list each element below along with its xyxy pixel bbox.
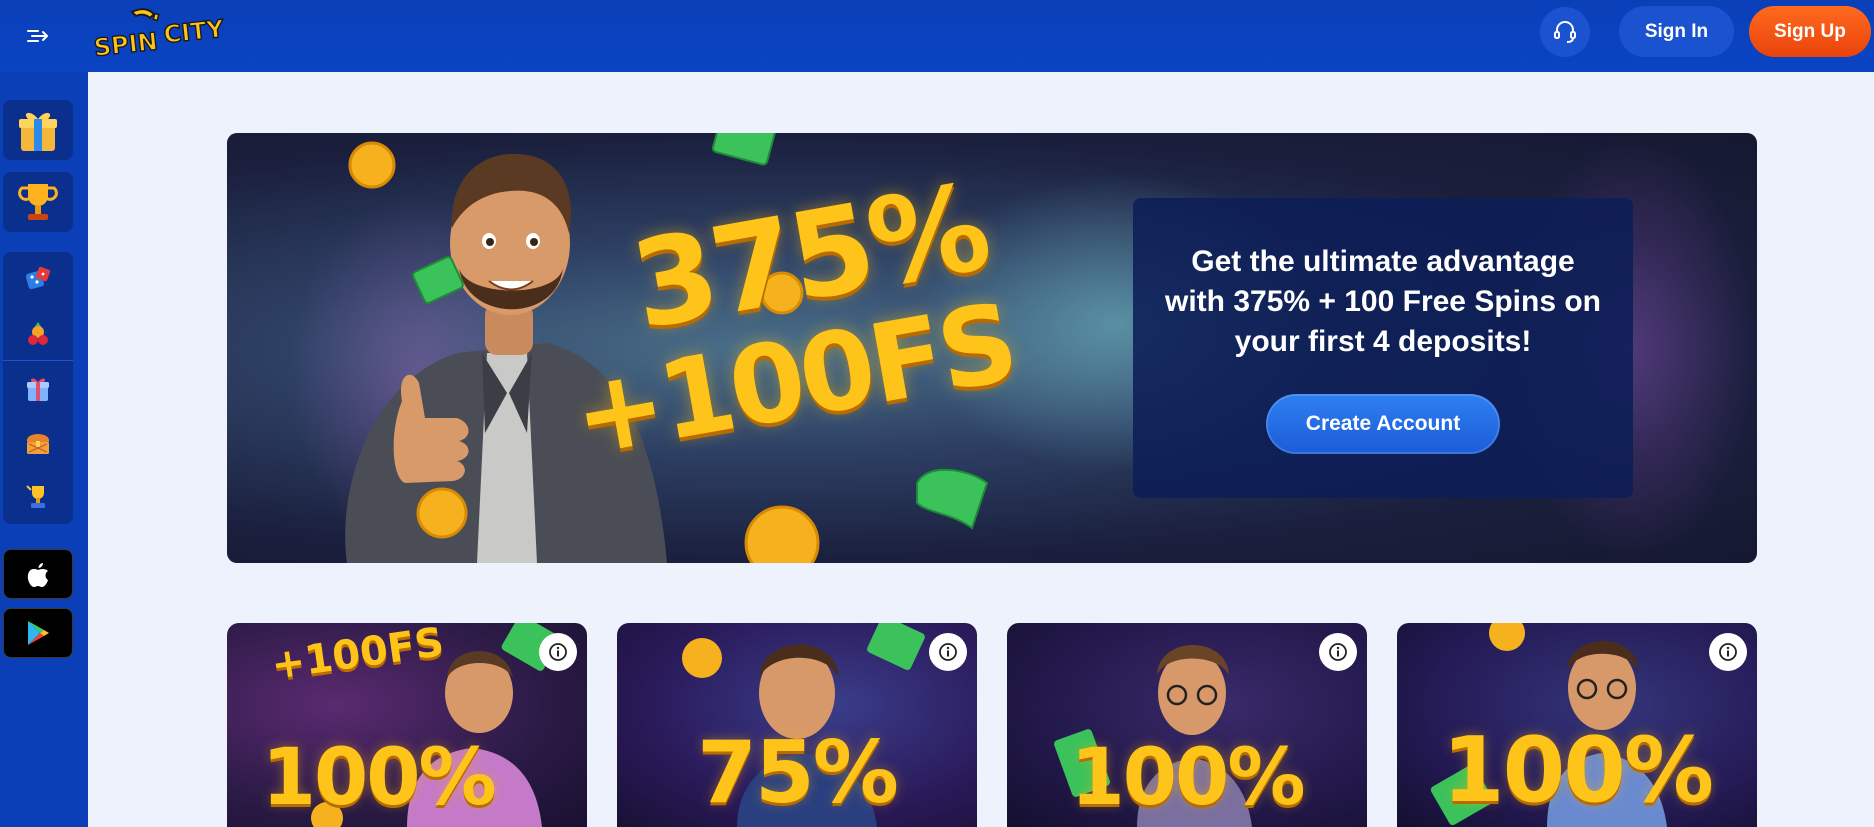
trophy-award-icon [26, 485, 45, 508]
treasure-chest-icon [27, 434, 49, 454]
card-percent: 100% [261, 733, 497, 823]
info-icon [1329, 643, 1347, 661]
promo-card-4[interactable]: 100% [1397, 623, 1757, 827]
sidebar-item-treasure[interactable] [3, 416, 73, 470]
google-play-icon [28, 621, 49, 645]
sidebar-item-tournaments[interactable] [3, 172, 73, 232]
promo-card-2[interactable]: 75% [617, 623, 977, 827]
support-button[interactable] [1540, 7, 1590, 57]
card-percent: 75% [697, 723, 899, 823]
google-play-button[interactable] [3, 608, 73, 658]
top-header: SPIN CITY Sign In Sign Up [0, 0, 1874, 72]
sidebar-item-casino[interactable] [3, 252, 73, 306]
promo-text: Get the ultimate advantage with 375% + 1… [1165, 245, 1601, 358]
sidebar-item-slots[interactable] [3, 306, 73, 360]
info-button[interactable] [539, 633, 577, 671]
info-icon [939, 643, 957, 661]
trophy-icon [18, 184, 58, 220]
dice-icon [25, 266, 51, 290]
info-button[interactable] [1709, 633, 1747, 671]
expand-menu-icon [27, 30, 48, 42]
sidebar-toggle-button[interactable] [22, 20, 54, 52]
app-store-button[interactable] [3, 549, 73, 599]
apple-icon [27, 563, 48, 587]
svg-text:SPIN: SPIN [93, 27, 159, 62]
gift-icon [19, 112, 57, 151]
info-icon [549, 643, 567, 661]
sign-up-button[interactable]: Sign Up [1749, 6, 1871, 57]
fruit-icon [28, 322, 48, 345]
info-button[interactable] [929, 633, 967, 671]
sidebar-game-categories [3, 252, 73, 524]
hero-banner[interactable]: 375% +100FS Get the ultimate advantage w… [227, 133, 1757, 563]
sidebar-item-promotions[interactable] [3, 100, 73, 160]
promo-card-3[interactable]: 100% [1007, 623, 1367, 827]
sidebar-item-bonuses[interactable] [3, 362, 73, 416]
svg-text:CITY: CITY [162, 15, 226, 49]
promo-card-1[interactable]: +100FS 100% [227, 623, 587, 827]
left-sidebar [0, 72, 88, 827]
card-percent: 100% [1441, 718, 1714, 823]
card-percent: 100% [1070, 733, 1306, 823]
gift-box-icon [27, 378, 49, 401]
info-button[interactable] [1319, 633, 1357, 671]
info-icon [1719, 643, 1737, 661]
sidebar-divider [3, 360, 73, 361]
headset-icon [1554, 21, 1576, 43]
create-account-button[interactable]: Create Account [1266, 394, 1500, 454]
sign-in-button[interactable]: Sign In [1619, 6, 1734, 57]
promo-card: Get the ultimate advantage with 375% + 1… [1133, 198, 1633, 498]
spin-city-logo[interactable]: SPIN CITY [92, 6, 232, 63]
sidebar-item-jackpots[interactable] [3, 470, 73, 524]
